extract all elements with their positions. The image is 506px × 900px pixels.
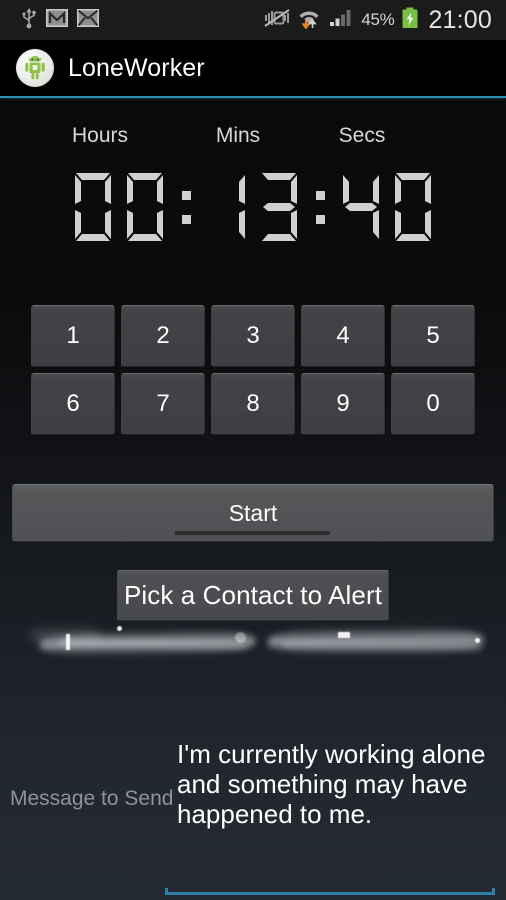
- action-bar: LoneWorker: [0, 40, 506, 96]
- timer-label-hours: Hours: [71, 124, 129, 147]
- keypad-row: 67890: [31, 373, 475, 435]
- redaction-smudge: [281, 638, 483, 654]
- email-icon: [77, 8, 99, 32]
- redaction-speck: [338, 632, 350, 638]
- vibrate-off-icon: [264, 8, 290, 33]
- usb-icon: [21, 7, 37, 34]
- wifi-icon: [297, 7, 321, 34]
- message-to-send-input[interactable]: I'm currently working alone and somethin…: [177, 739, 497, 829]
- keypad-key-2[interactable]: 2: [121, 305, 205, 367]
- keypad-key-8[interactable]: 8: [211, 373, 295, 435]
- battery-charging-icon: [401, 7, 419, 34]
- countdown-display[interactable]: [0, 162, 506, 252]
- redaction-smudge: [57, 636, 249, 653]
- message-to-send-label: Message to Send: [10, 787, 174, 810]
- redaction-speck: [475, 638, 480, 643]
- keypad-row: 12345: [31, 305, 475, 367]
- keypad-key-4[interactable]: 4: [301, 305, 385, 367]
- redaction-speck: [235, 632, 246, 643]
- signal-icon: [328, 8, 354, 33]
- battery-percent-label: 45%: [361, 10, 395, 29]
- redaction-smudge: [30, 626, 100, 646]
- keypad-key-0[interactable]: 0: [391, 373, 475, 435]
- timer-label-secs: Secs: [338, 124, 386, 147]
- pick-contact-button[interactable]: Pick a Contact to Alert: [117, 570, 389, 621]
- keypad-key-9[interactable]: 9: [301, 373, 385, 435]
- message-field-focus-underline: [165, 888, 495, 895]
- gmail-icon: [46, 8, 68, 32]
- timer-unit-labels: Hours Mins Secs: [0, 98, 506, 162]
- number-keypad: 1234567890: [31, 305, 475, 441]
- status-bar-left-icons: [8, 7, 99, 34]
- redaction-smudge: [267, 625, 484, 657]
- redaction-speck: [117, 626, 122, 631]
- app-title: LoneWorker: [68, 53, 205, 82]
- redaction-smudge: [39, 627, 256, 659]
- keypad-key-3[interactable]: 3: [211, 305, 295, 367]
- keypad-key-6[interactable]: 6: [31, 373, 115, 435]
- redaction-speck: [66, 634, 70, 650]
- timer-label-mins: Mins: [215, 124, 261, 147]
- clock-label: 21:00: [428, 5, 492, 34]
- start-button-label: Start: [228, 499, 278, 526]
- status-bar-right-icons: 45% 21:00: [264, 7, 498, 34]
- android-robot-icon: [16, 49, 54, 87]
- app-screen: 45% 21:00 LoneWorker Hours Mins Secs 1 2…: [0, 0, 506, 900]
- selected-contact-redacted: [20, 622, 490, 668]
- pick-contact-button-label: Pick a Contact to Alert: [123, 580, 383, 610]
- status-bar: 45% 21:00: [0, 0, 506, 40]
- keypad-key-7[interactable]: 7: [121, 373, 205, 435]
- start-button-underline: [175, 531, 330, 535]
- keypad-key-1[interactable]: 1: [31, 305, 115, 367]
- keypad-key-5[interactable]: 5: [391, 305, 475, 367]
